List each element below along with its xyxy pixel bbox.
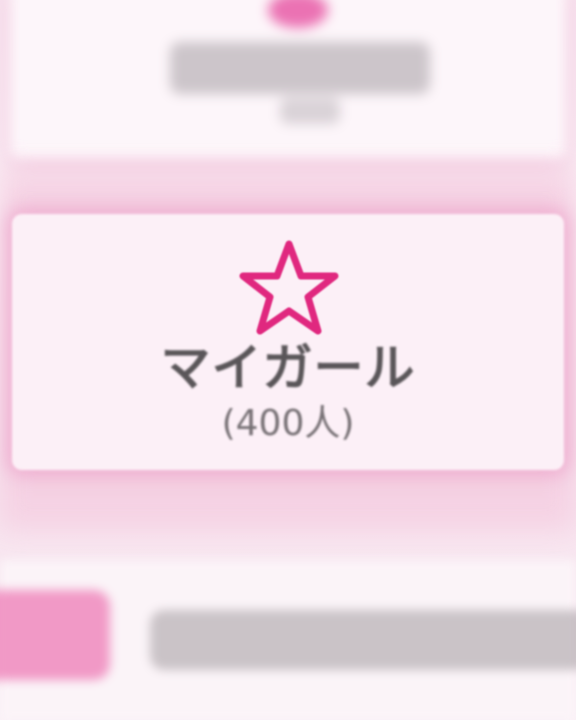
category-title-blurred [170, 42, 430, 94]
star-outline-icon [239, 240, 339, 335]
category-member-count: (400人) [221, 403, 355, 444]
app-screen: マイガール (400人) [0, 0, 576, 720]
next-list-item-blurred[interactable] [0, 560, 576, 720]
category-title: マイガール [160, 339, 416, 397]
list-item-text-blurred [150, 610, 576, 670]
list-item-thumbnail-blurred [0, 590, 110, 680]
category-icon-blurred [268, 0, 328, 28]
category-count-blurred [280, 98, 340, 124]
previous-category-card-blurred[interactable] [10, 0, 566, 160]
